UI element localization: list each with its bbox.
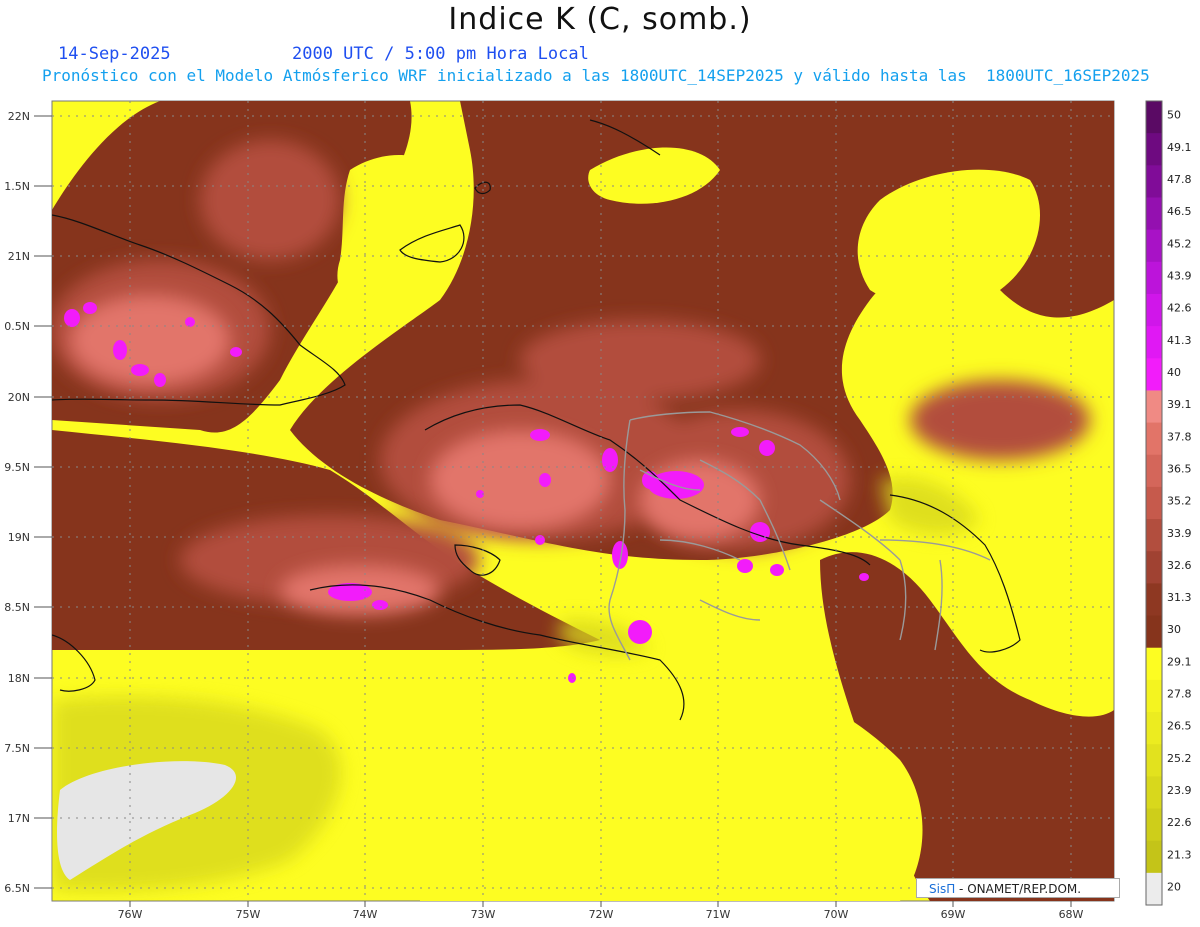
colorbar-swatch xyxy=(1146,326,1162,359)
colorbar-label: 32.6 xyxy=(1167,559,1192,572)
colorbar-swatch xyxy=(1146,101,1162,134)
colorbar-swatch xyxy=(1146,422,1162,456)
colorbar-label: 45.2 xyxy=(1167,237,1192,250)
k-index-map: 22N 1.5N 21N 0.5N 20N 9.5N 19N 8.5N 18N … xyxy=(4,100,1192,921)
colorbar-label: 39.1 xyxy=(1167,398,1192,411)
colorbar-label: 35.2 xyxy=(1167,495,1192,508)
colorbar-label: 21.3 xyxy=(1167,848,1192,861)
lat-label: 1.5N xyxy=(4,180,30,193)
lat-label: 0.5N xyxy=(4,320,30,333)
colorbar-label: 46.5 xyxy=(1167,205,1192,218)
lat-label: 19N xyxy=(8,531,30,544)
colorbar-label: 41.3 xyxy=(1167,334,1192,347)
lon-label: 69W xyxy=(941,908,966,921)
colorbar-label: 22.6 xyxy=(1167,816,1192,829)
colorbar-label: 43.9 xyxy=(1167,269,1192,282)
colorbar-swatch xyxy=(1146,583,1162,617)
colorbar-swatch xyxy=(1146,390,1162,424)
colorbar-swatch xyxy=(1146,165,1162,198)
lat-label: 21N xyxy=(8,250,30,263)
colorbar-swatch xyxy=(1146,679,1162,713)
latitude-axis: 22N 1.5N 21N 0.5N 20N 9.5N 19N 8.5N 18N … xyxy=(4,110,52,895)
colorbar-label: 33.9 xyxy=(1167,527,1192,540)
lat-label: 9.5N xyxy=(4,461,30,474)
lat-label: 22N xyxy=(8,110,30,123)
lon-label: 70W xyxy=(824,908,849,921)
lat-label: 7.5N xyxy=(4,742,30,755)
colorbar-swatch xyxy=(1146,197,1162,231)
colorbar-swatch xyxy=(1146,615,1162,649)
colorbar-swatch xyxy=(1146,261,1162,295)
colorbar-swatch xyxy=(1146,551,1162,584)
lon-label: 68W xyxy=(1059,908,1084,921)
lon-label: 73W xyxy=(471,908,496,921)
colorbar-label: 42.6 xyxy=(1167,302,1192,315)
k-index-field xyxy=(52,101,1114,901)
lat-label: 18N xyxy=(8,672,30,685)
colorbar-swatch xyxy=(1146,454,1162,488)
colorbar-label: 30 xyxy=(1167,623,1181,636)
colorbar: 50 49.1 47.8 46.5 45.2 43.9 42.6 41.3 40 39.1 37.8… xyxy=(1145,100,1192,906)
colorbar-swatch xyxy=(1146,808,1162,842)
lat-label: 17N xyxy=(8,812,30,825)
credit-box: SisΠ - ONAMET/REP.DOM. xyxy=(916,878,1120,898)
colorbar-swatch xyxy=(1146,133,1162,166)
colorbar-label: 31.3 xyxy=(1167,591,1192,604)
colorbar-label: 29.1 xyxy=(1167,655,1192,668)
colorbar-label: 23.9 xyxy=(1167,784,1192,797)
colorbar-swatch xyxy=(1146,872,1162,906)
colorbar-label: 47.8 xyxy=(1167,173,1192,186)
credit-text: - ONAMET/REP.DOM. xyxy=(955,882,1082,896)
colorbar-swatch xyxy=(1146,358,1162,391)
longitude-axis: 76W 75W 74W 73W 72W 71W 70W 69W 68W xyxy=(118,901,1084,921)
colorbar-swatch xyxy=(1146,712,1162,745)
lon-label: 75W xyxy=(236,908,261,921)
sispi-logo: SisΠ xyxy=(929,882,956,896)
lat-label: 8.5N xyxy=(4,601,30,614)
colorbar-swatch xyxy=(1146,519,1162,552)
lat-label: 6.5N xyxy=(4,882,30,895)
colorbar-label: 25.2 xyxy=(1167,752,1192,765)
colorbar-swatch xyxy=(1146,840,1162,874)
lat-label: 20N xyxy=(8,391,30,404)
colorbar-swatch xyxy=(1146,744,1162,777)
colorbar-label: 20 xyxy=(1167,881,1181,894)
colorbar-label: 27.8 xyxy=(1167,688,1192,701)
lon-label: 74W xyxy=(353,908,378,921)
colorbar-label: 40 xyxy=(1167,366,1181,379)
colorbar-swatch xyxy=(1146,647,1162,681)
colorbar-label: 26.5 xyxy=(1167,720,1192,733)
colorbar-label: 36.5 xyxy=(1167,462,1192,475)
lon-label: 71W xyxy=(706,908,731,921)
lon-label: 76W xyxy=(118,908,143,921)
lon-label: 72W xyxy=(589,908,614,921)
colorbar-label: 50 xyxy=(1167,109,1181,122)
colorbar-label: 37.8 xyxy=(1167,430,1192,443)
colorbar-swatch xyxy=(1146,776,1162,810)
colorbar-label: 49.1 xyxy=(1167,141,1192,154)
colorbar-swatch xyxy=(1146,293,1162,327)
colorbar-swatch xyxy=(1146,486,1162,520)
colorbar-swatch xyxy=(1146,229,1162,263)
